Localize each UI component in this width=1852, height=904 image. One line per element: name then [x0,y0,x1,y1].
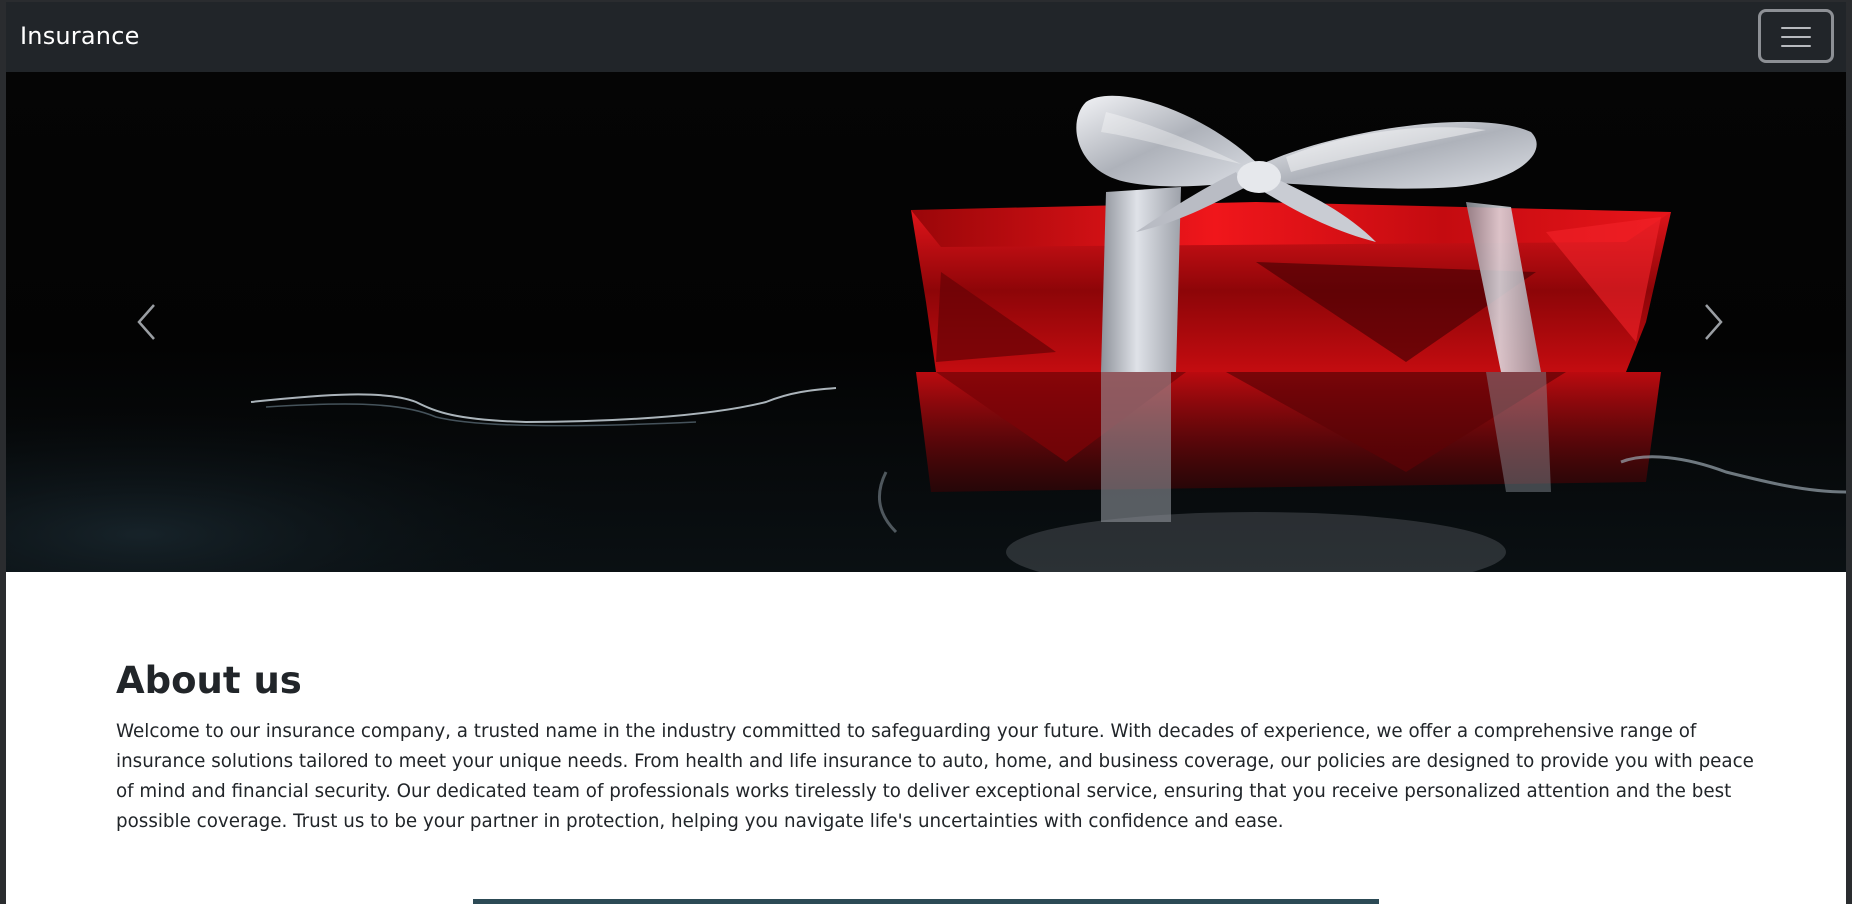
about-section: About us Welcome to our insurance compan… [116,659,1756,837]
navbar-toggler-button[interactable] [1758,9,1834,63]
about-paragraph: Welcome to our insurance company, a trus… [116,721,1754,833]
navbar: Insurance [6,2,1846,72]
carousel-slide-image [6,72,1846,572]
carousel-next-button[interactable] [1639,72,1789,572]
chevron-right-icon [1705,304,1723,340]
navbar-brand[interactable]: Insurance [20,22,140,50]
carousel-prev-button[interactable] [71,72,221,572]
next-section-edge [473,899,1379,904]
browser-viewport: Insurance About us Welcome to our insura… [6,2,1846,904]
chevron-left-icon [137,304,155,340]
hero-carousel [6,72,1846,572]
window-edge [1846,0,1852,904]
about-heading: About us [116,659,302,702]
